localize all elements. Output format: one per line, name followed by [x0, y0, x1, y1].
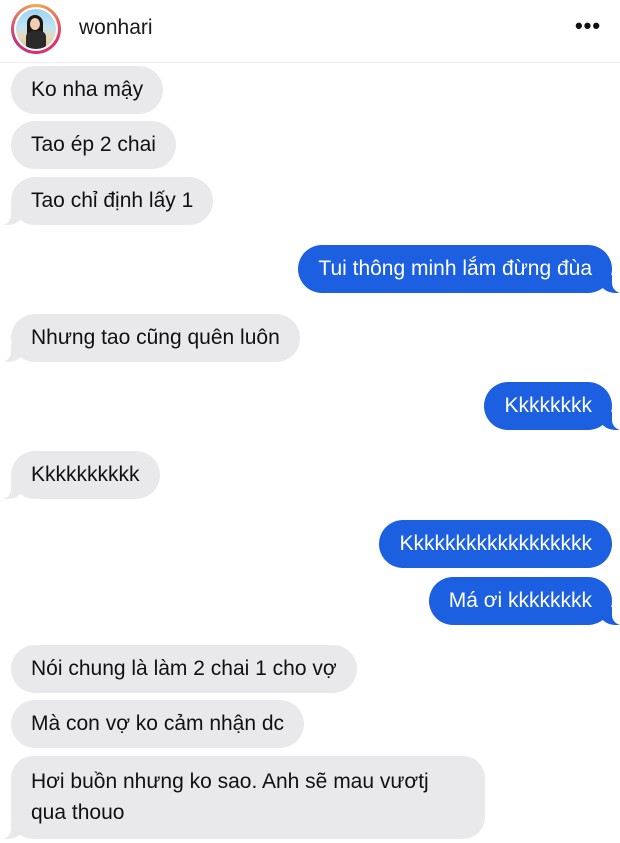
- message-text: Kkkkkkkkkkkkkkkkkk: [399, 532, 592, 555]
- message-bubble-sent: Má ơi kkkkkkkk: [428, 577, 620, 625]
- message-text: Má ơi kkkkkkkk: [448, 589, 592, 612]
- message-bubble-received: Nói chung là làm 2 chai 1 cho vợ: [11, 645, 357, 693]
- avatar-photo: [16, 9, 56, 49]
- message-text: Nói chung là làm 2 chai 1 cho vợ: [31, 657, 337, 680]
- avatar-body: [26, 31, 46, 49]
- message-bubble-received: Tao ép 2 chai: [11, 121, 176, 169]
- message-bubble-received: Ko nha mậy: [11, 66, 164, 114]
- message-bubble-received: Hơi buồn nhưng ko sao. Anh sẽ mau vươtj …: [0, 756, 485, 839]
- message-bubble-sent: Kkkkkkkkkkkkkkkkkk: [379, 520, 612, 568]
- avatar-ring: [14, 7, 58, 51]
- message-bubble-received: Mà con vợ ko cảm nhận dc: [11, 700, 305, 748]
- message-text: Mà con vợ ko cảm nhận dc: [31, 712, 285, 735]
- message-text: Tao chỉ định lấy 1: [31, 189, 194, 212]
- message-text: Tui thông minh lắm đừng đùa: [318, 257, 592, 280]
- avatar-face: [30, 18, 40, 30]
- message-bubble-received: Nhưng tao cũng quên luôn: [0, 314, 300, 362]
- more-options-icon[interactable]: •••: [572, 14, 604, 42]
- message-text: Hơi buồn nhưng ko sao. Anh sẽ mau vươtj …: [31, 770, 429, 824]
- username[interactable]: wonhari: [79, 16, 153, 40]
- message-text: Ko nha mậy: [31, 78, 144, 101]
- message-text: Tao ép 2 chai: [31, 133, 156, 156]
- message-bubble-sent: Kkkkkkkk: [484, 382, 620, 430]
- message-text: Kkkkkkkkkk: [31, 463, 140, 486]
- chat-header: wonhari •••: [0, 0, 620, 63]
- message-bubble-received: Kkkkkkkkkk: [0, 451, 160, 499]
- avatar[interactable]: [11, 4, 61, 54]
- message-text: Nhưng tao cũng quên luôn: [31, 326, 280, 349]
- message-bubble-sent: Tui thông minh lắm đừng đùa: [298, 245, 620, 293]
- message-text: Kkkkkkkk: [504, 394, 592, 417]
- message-bubble-received: Tao chỉ định lấy 1: [0, 177, 214, 225]
